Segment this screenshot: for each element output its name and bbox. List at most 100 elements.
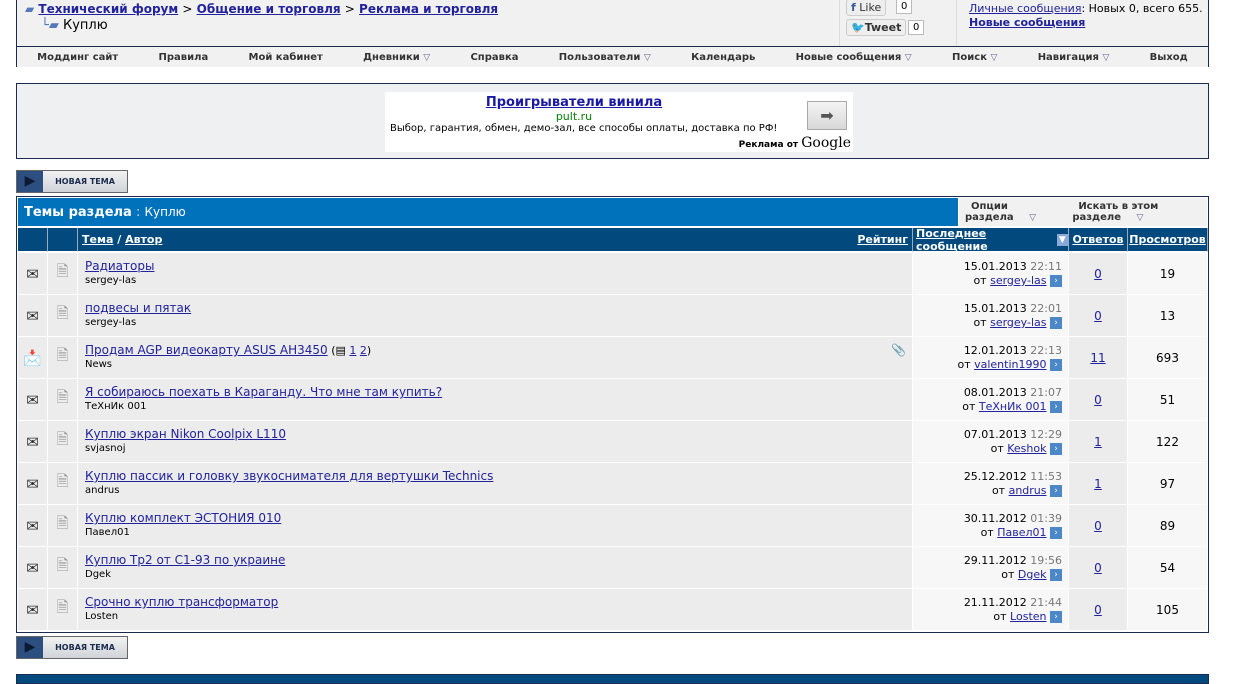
sort-author[interactable]: Автор <box>125 233 162 246</box>
nav-item[interactable]: Навигация ▽ <box>1038 52 1110 63</box>
replies-link[interactable]: 0 <box>1094 393 1102 407</box>
nav-item[interactable]: Выход <box>1150 52 1188 63</box>
envelope-icon[interactable]: ✉ <box>18 295 48 337</box>
go-to-last-post-icon[interactable]: › <box>1050 317 1062 329</box>
from-label: от <box>993 610 1007 623</box>
document-icon: 🗎 <box>48 337 78 379</box>
last-post-date: 25.12.2012 <box>963 470 1027 483</box>
breadcrumb-sep: > <box>344 2 355 16</box>
last-post-user[interactable]: Павел01 <box>997 526 1046 539</box>
last-post-user[interactable]: sergey-las <box>990 274 1046 287</box>
thread-title[interactable]: Куплю экран Nikon Coolpix L110 <box>85 427 286 441</box>
sort-views[interactable]: Просмотров <box>1129 233 1205 246</box>
thread-title[interactable]: Я собираюсь поехать в Караганду. Что мне… <box>85 385 442 399</box>
envelope-icon[interactable]: ✉ <box>18 547 48 589</box>
envelope-icon[interactable]: ✉ <box>18 589 48 631</box>
replies-link[interactable]: 0 <box>1094 519 1102 533</box>
last-post-cell: 08.01.2013 21:07 от ТеХнИк 001 › <box>913 379 1069 421</box>
threads-table: Темы раздела : Куплю Опции раздела ▽ Иск… <box>16 196 1209 633</box>
private-messages-link[interactable]: Личные сообщения <box>969 2 1081 15</box>
replies-link[interactable]: 0 <box>1094 603 1102 617</box>
thread-title[interactable]: Продам AGP видеокарту ASUS AH3450 <box>85 343 328 357</box>
breadcrumb-forum[interactable]: Технический форум <box>38 2 178 16</box>
chevron-down-icon: ▽ <box>904 52 912 63</box>
breadcrumb-category[interactable]: Общение и торговля <box>197 2 341 16</box>
nav-item[interactable]: Календарь <box>691 52 755 63</box>
nav-item[interactable]: Дневники ▽ <box>363 52 430 63</box>
nav-item[interactable]: Моддинг сайт <box>37 52 118 63</box>
replies-link[interactable]: 1 <box>1094 477 1102 491</box>
sort-rating[interactable]: Рейтинг <box>857 233 908 246</box>
thread-cell: Куплю комплект ЭСТОНИЯ 010 Павел01 <box>78 505 913 547</box>
envelope-icon[interactable]: ✉ <box>18 253 48 295</box>
breadcrumb-subforum[interactable]: Реклама и торговля <box>359 2 498 16</box>
search-forum-menu[interactable]: Искать в этом разделе ▽ <box>1066 201 1207 223</box>
thread-title[interactable]: Срочно куплю трансформатор <box>85 595 278 609</box>
envelope-icon[interactable]: ✉ <box>18 505 48 547</box>
replies-cell: 0 <box>1069 547 1128 589</box>
go-to-last-post-icon[interactable]: › <box>1050 401 1062 413</box>
header-replies: Ответов <box>1069 228 1128 252</box>
ad-url: pult.ru <box>555 110 593 123</box>
last-post-time: 01:39 <box>1030 512 1062 525</box>
replies-link[interactable]: 0 <box>1094 267 1102 281</box>
last-post-user[interactable]: ТеХнИк 001 <box>979 400 1047 413</box>
thread-title[interactable]: Куплю Тр2 от С1-93 по украине <box>85 553 285 567</box>
last-post-user[interactable]: Losten <box>1010 610 1046 623</box>
envelope-icon[interactable]: ✉ <box>18 421 48 463</box>
go-to-last-post-icon[interactable]: › <box>1050 485 1062 497</box>
nav-item[interactable]: Правила <box>159 52 209 63</box>
envelope-icon[interactable]: ✉ <box>18 379 48 421</box>
nav-label: Мой кабинет <box>248 51 323 63</box>
go-to-last-post-icon[interactable]: › <box>1050 275 1062 287</box>
thread-title[interactable]: Куплю пассик и головку звукоснимателя дл… <box>85 469 493 483</box>
replies-link[interactable]: 0 <box>1094 561 1102 575</box>
nav-item[interactable]: Мой кабинет <box>249 52 323 63</box>
go-to-last-post-icon[interactable]: › <box>1050 569 1062 581</box>
arrow-right-icon[interactable]: ➡ <box>807 101 847 130</box>
tweet-button[interactable]: 🐦Tweet <box>846 19 907 36</box>
last-post-user[interactable]: Dgek <box>1018 568 1047 581</box>
sort-last-post[interactable]: Последнее сообщение <box>916 227 1053 253</box>
thread-title[interactable]: Радиаторы <box>85 259 154 273</box>
facebook-like-button[interactable]: f Like <box>846 0 887 16</box>
page-link[interactable]: 1 <box>349 344 356 357</box>
thread-title[interactable]: подвесы и пятак <box>85 301 191 315</box>
nav-item[interactable]: Новые сообщения ▽ <box>796 52 912 63</box>
go-to-last-post-icon[interactable]: › <box>1050 611 1062 623</box>
google-ad[interactable]: Проигрыватели винила pult.ru Выбор, гара… <box>385 92 853 152</box>
new-topic-button-bottom[interactable]: ▶ НОВАЯ ТЕМА <box>16 636 128 659</box>
new-topic-button[interactable]: ▶ НОВАЯ ТЕМА <box>16 170 128 193</box>
sort-desc-icon[interactable]: ▼ <box>1056 233 1068 246</box>
go-to-last-post-icon[interactable]: › <box>1050 527 1062 539</box>
replies-link[interactable]: 11 <box>1090 351 1105 365</box>
sort-replies[interactable]: Ответов <box>1072 233 1123 246</box>
nav-item[interactable]: Поиск ▽ <box>952 52 997 63</box>
last-post-date: 30.11.2012 <box>963 512 1027 525</box>
ad-title[interactable]: Проигрыватели винила <box>385 95 763 110</box>
table-row: ✉ 🗎 Срочно куплю трансформатор Losten 21… <box>18 589 1208 631</box>
last-post-user[interactable]: andrus <box>1009 484 1047 497</box>
replies-link[interactable]: 1 <box>1094 435 1102 449</box>
views-count: 693 <box>1156 350 1179 365</box>
last-post-cell: 15.01.2013 22:11 от sergey-las › <box>913 253 1069 295</box>
last-post-cell: 12.01.2013 22:13 от valentin1990 › <box>913 337 1069 379</box>
new-posts-link[interactable]: Новые сообщения <box>969 16 1085 29</box>
last-post-user[interactable]: Keshok <box>1007 442 1046 455</box>
nav-item[interactable]: Справка <box>470 52 518 63</box>
replies-link[interactable]: 0 <box>1094 309 1102 323</box>
last-post-user[interactable]: sergey-las <box>990 316 1046 329</box>
last-post-user[interactable]: valentin1990 <box>974 358 1046 371</box>
thread-title[interactable]: Куплю комплект ЭСТОНИЯ 010 <box>85 511 281 525</box>
nav-item[interactable]: Пользователи ▽ <box>559 52 651 63</box>
pages-icon: ▤ <box>335 344 346 357</box>
envelope-icon[interactable]: ✉ <box>18 463 48 505</box>
go-to-last-post-icon[interactable]: › <box>1050 443 1062 455</box>
forum-options-menu[interactable]: Опции раздела ▽ <box>959 201 1066 223</box>
page-link[interactable]: 2 <box>360 344 367 357</box>
nav-label: Навигация <box>1037 51 1099 63</box>
hot-envelope-icon[interactable]: 📩 <box>18 337 48 379</box>
nav-label: Поиск <box>952 51 987 63</box>
sort-topic[interactable]: Тема <box>82 233 113 246</box>
go-to-last-post-icon[interactable]: › <box>1050 359 1062 371</box>
